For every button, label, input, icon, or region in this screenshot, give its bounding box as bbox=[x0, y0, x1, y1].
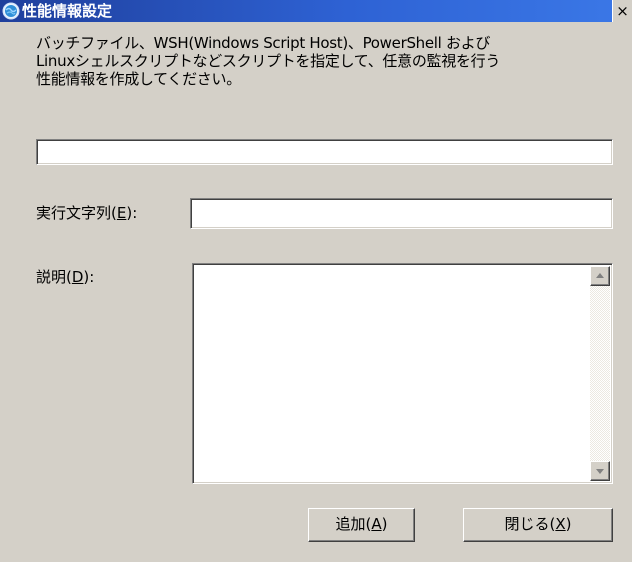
add-button-accesskey: A bbox=[371, 515, 382, 533]
close-button-prefix: 閉じる( bbox=[504, 515, 556, 533]
close-icon[interactable]: × bbox=[612, 0, 632, 22]
description-label: 説明(D): bbox=[36, 268, 94, 286]
description-label-suffix: ): bbox=[83, 268, 95, 286]
command-label-accesskey: E bbox=[116, 204, 127, 222]
close-button-suffix: ) bbox=[565, 515, 572, 533]
close-button[interactable]: 閉じる(X) bbox=[463, 508, 613, 542]
description-scrollbar[interactable] bbox=[590, 266, 610, 481]
close-button-accesskey: X bbox=[555, 515, 566, 533]
instructions-line: Linuxシェルスクリプトなどスクリプトを指定して、任意の監視を行う bbox=[36, 52, 501, 70]
description-textarea[interactable] bbox=[192, 263, 613, 484]
performance-info-settings-dialog: 性能情報設定 × バッチファイル、WSH(Windows Script Host… bbox=[0, 0, 632, 562]
title-bar[interactable]: 性能情報設定 × bbox=[0, 0, 632, 22]
script-path-input[interactable] bbox=[36, 139, 613, 165]
instructions-line: バッチファイル、WSH(Windows Script Host)、PowerSh… bbox=[36, 34, 491, 52]
description-label-prefix: 説明( bbox=[36, 268, 72, 286]
window-title: 性能情報設定 bbox=[22, 2, 113, 20]
monitor-globe-icon bbox=[2, 2, 20, 20]
command-label-prefix: 実行文字列( bbox=[36, 204, 117, 222]
scroll-up-arrow-icon[interactable] bbox=[590, 266, 610, 286]
add-button[interactable]: 追加(A) bbox=[308, 508, 415, 542]
command-string-label: 実行文字列(E): bbox=[36, 204, 137, 222]
command-string-input[interactable] bbox=[190, 198, 613, 229]
add-button-suffix: ) bbox=[381, 515, 388, 533]
description-label-accesskey: D bbox=[71, 268, 84, 286]
instructions-line: 性能情報を作成してください。 bbox=[36, 70, 241, 88]
add-button-prefix: 追加( bbox=[335, 515, 372, 533]
scroll-down-arrow-icon[interactable] bbox=[590, 461, 610, 481]
instructions-text: バッチファイル、WSH(Windows Script Host)、PowerSh… bbox=[36, 34, 616, 88]
command-label-suffix: ): bbox=[126, 204, 138, 222]
